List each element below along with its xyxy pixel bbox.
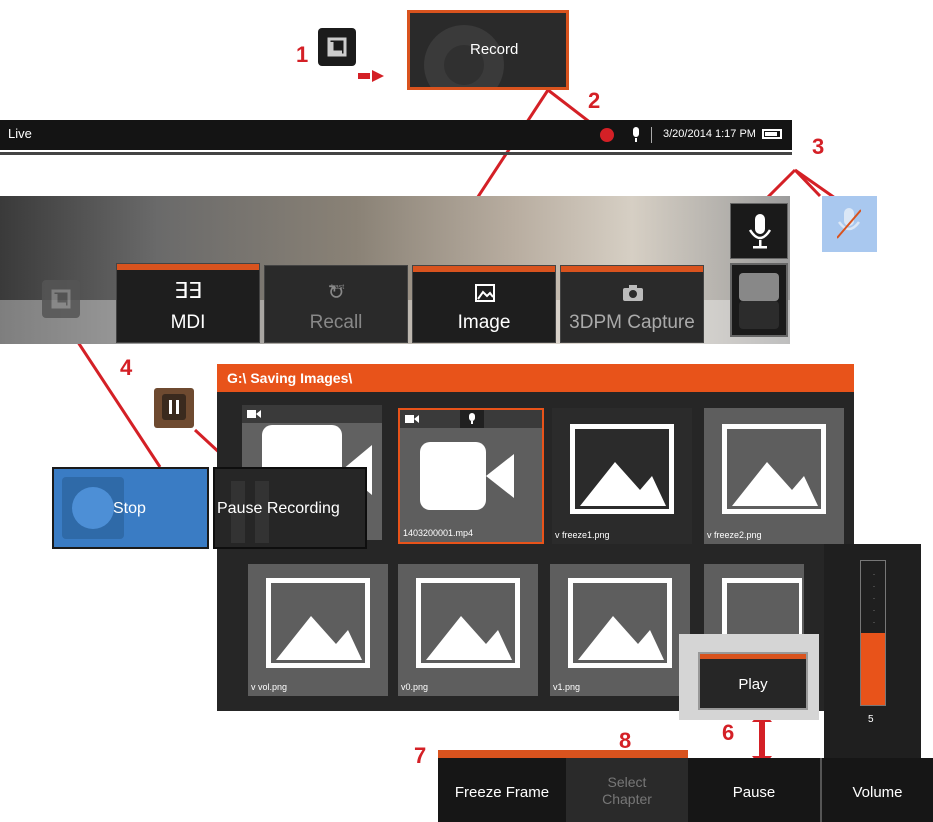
stop-button[interactable]: Stop xyxy=(52,467,209,549)
path-label: G:\ Saving Images\ xyxy=(227,370,353,386)
volume-fill xyxy=(861,633,885,705)
pause-label: Pause xyxy=(732,784,776,801)
file-tile[interactable]: v freeze2.png xyxy=(704,408,844,544)
recording-indicator-icon xyxy=(600,128,614,142)
freeze-frame-label: Freeze Frame xyxy=(454,784,550,801)
image-thumbnail-icon xyxy=(570,424,674,514)
status-bar-divider xyxy=(0,152,792,155)
video-icon xyxy=(247,410,261,418)
mic-muted-button[interactable] xyxy=(822,196,877,252)
record-label: Record xyxy=(470,41,519,58)
camera-icon xyxy=(623,285,643,301)
datetime: 3/20/2014 1:17 PM xyxy=(663,128,756,140)
pause-recording-label: Pause Recording xyxy=(217,500,340,517)
volume-label: Volume xyxy=(852,784,903,801)
file-tile[interactable]: v0.png xyxy=(398,564,538,696)
volume-panel: ----- 5 xyxy=(824,544,921,758)
freeze-frame-button[interactable]: Freeze Frame xyxy=(438,750,566,822)
file-tile[interactable]: v1.png xyxy=(550,564,690,696)
image-button[interactable]: Image xyxy=(412,265,556,343)
menu-icon[interactable] xyxy=(318,28,356,66)
microphone-icon xyxy=(469,413,475,424)
image-thumbnail-icon xyxy=(722,424,826,514)
status-bar: Live 3/20/2014 1:17 PM xyxy=(0,120,792,150)
battery-icon xyxy=(762,129,782,139)
mic-button[interactable] xyxy=(730,203,788,259)
record-button[interactable]: Record xyxy=(407,10,569,90)
select-chapter-label: Select Chapter xyxy=(602,774,652,807)
volume-button[interactable]: Volume xyxy=(820,758,933,822)
3dpm-capture-button[interactable]: 3DPM Capture xyxy=(560,265,704,343)
image-thumbnail-icon xyxy=(266,578,370,668)
callout-1: 1 xyxy=(296,42,309,67)
recall-button[interactable]: ↻ Last Recall xyxy=(264,265,408,343)
mode-label: Live xyxy=(8,126,32,141)
pause-button[interactable]: Pause xyxy=(688,758,820,822)
video-thumbnail-icon xyxy=(420,442,514,510)
file-tile[interactable]: v freeze1.png xyxy=(552,408,692,544)
callout-7: 7 xyxy=(414,743,427,768)
divider xyxy=(651,127,652,143)
mdi-icon: ∃∃ xyxy=(174,278,202,303)
volume-slider[interactable]: ----- xyxy=(860,560,886,706)
image-thumbnail-icon xyxy=(416,578,520,668)
file-tile[interactable]: v vol.png xyxy=(248,564,388,696)
pause-icon xyxy=(162,394,186,420)
pause-icon-button[interactable] xyxy=(154,388,194,428)
image-thumbnail-icon xyxy=(568,578,672,668)
image-icon xyxy=(475,284,495,302)
path-header: G:\ Saving Images\ xyxy=(217,364,854,392)
callout-6: 6 xyxy=(722,720,735,745)
callout-2: 2 xyxy=(588,88,601,113)
callout-3: 3 xyxy=(812,134,825,159)
volume-level: 5 xyxy=(868,714,874,725)
microphone-icon xyxy=(633,127,639,142)
menu-icon-faded[interactable] xyxy=(42,280,80,318)
callout-4: 4 xyxy=(120,355,133,380)
microphone-muted-icon xyxy=(837,208,861,239)
mdi-button[interactable]: ∃∃ MDI xyxy=(116,263,260,343)
file-tile-selected[interactable]: 1403200001.mp4 xyxy=(398,408,544,544)
microphone-icon xyxy=(748,214,772,249)
file-tile[interactable] xyxy=(704,564,804,644)
play-label: Play xyxy=(738,676,768,693)
play-button[interactable]: Play xyxy=(698,652,808,710)
stop-label: Stop xyxy=(113,500,146,517)
video-icon xyxy=(405,415,419,423)
select-chapter-button[interactable]: Select Chapter xyxy=(566,750,688,822)
pause-recording-button[interactable]: Pause Recording xyxy=(213,467,367,549)
audio-badge xyxy=(460,410,484,428)
mic-toggle-button[interactable] xyxy=(730,263,788,337)
